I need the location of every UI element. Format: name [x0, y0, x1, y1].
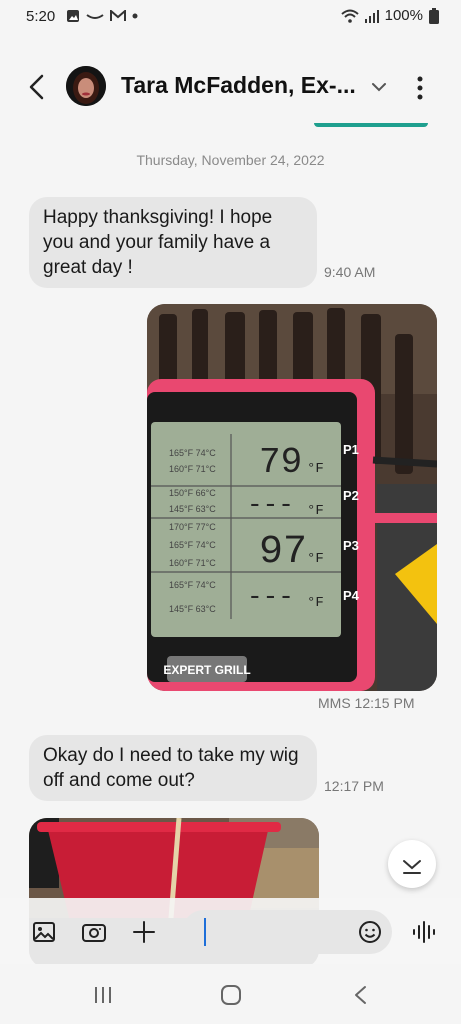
- svg-text:160°F 71°C: 160°F 71°C: [169, 464, 216, 474]
- voice-icon: [413, 921, 435, 943]
- svg-text:P3: P3: [343, 538, 359, 553]
- message-time: MMS 12:15 PM: [318, 695, 415, 711]
- thermometer-table: 165°F 74°C 160°F 71°C 150°F 66°C 145°F 6…: [169, 448, 216, 614]
- svg-text:P1: P1: [343, 442, 359, 457]
- svg-text:150°F 66°C: 150°F 66°C: [169, 488, 216, 498]
- gallery-icon: [33, 922, 55, 942]
- plus-icon: [133, 921, 155, 943]
- svg-text:97: 97: [259, 530, 307, 575]
- svg-text:°F: °F: [307, 551, 324, 567]
- header-indicator: [314, 123, 428, 127]
- avatar[interactable]: [66, 66, 106, 106]
- chevron-down-icon: [403, 860, 421, 874]
- thermometer-brand: EXPERT GRILL: [163, 663, 250, 677]
- svg-text:170°F 77°C: 170°F 77°C: [169, 522, 216, 532]
- conversation-header: Tara McFadden, Ex-...: [0, 54, 461, 120]
- message-bubble-incoming[interactable]: Happy thanksgiving! I hope you and your …: [29, 197, 317, 288]
- message-time: 9:40 AM: [324, 264, 376, 280]
- svg-text:165°F 74°C: 165°F 74°C: [169, 540, 216, 550]
- message-bubble-incoming[interactable]: Okay do I need to take my wig off and co…: [29, 735, 317, 801]
- back-icon: [29, 74, 44, 100]
- svg-text:145°F 63°C: 145°F 63°C: [169, 504, 216, 514]
- status-bar: 5:20 100%: [0, 0, 461, 34]
- svg-text:---: ---: [247, 490, 294, 520]
- image-icon: [67, 10, 79, 22]
- chevron-down-icon: [372, 83, 386, 92]
- recents-button[interactable]: [92, 984, 114, 1006]
- recents-icon: [95, 987, 111, 1003]
- svg-text:°F: °F: [307, 461, 324, 477]
- dot-icon: [132, 13, 138, 19]
- voice-button[interactable]: [410, 918, 438, 946]
- silence-icon: [86, 14, 104, 19]
- contact-dropdown-button[interactable]: [368, 76, 390, 98]
- svg-text:79: 79: [259, 442, 302, 483]
- svg-text:165°F 74°C: 165°F 74°C: [169, 580, 216, 590]
- message-time: 12:17 PM: [324, 778, 384, 794]
- back-button[interactable]: [22, 72, 52, 102]
- svg-text:160°F 71°C: 160°F 71°C: [169, 558, 216, 568]
- navigation-bar: [0, 964, 461, 1024]
- camera-icon: [82, 924, 106, 942]
- camera-button[interactable]: [80, 918, 108, 946]
- svg-text:P2: P2: [343, 488, 359, 503]
- nav-back-button[interactable]: [350, 984, 372, 1006]
- status-right: 100%: [340, 7, 439, 24]
- status-time: 5:20: [26, 8, 56, 25]
- svg-text:165°F 74°C: 165°F 74°C: [169, 448, 216, 458]
- svg-text:°F: °F: [307, 595, 324, 611]
- signal-icon: [364, 9, 379, 23]
- svg-text:---: ---: [247, 582, 294, 612]
- gallery-button[interactable]: [30, 918, 58, 946]
- battery-text: 100%: [384, 7, 423, 24]
- attach-button[interactable]: [130, 918, 158, 946]
- nav-back-icon: [355, 986, 366, 1004]
- emoji-icon: [359, 921, 381, 943]
- scroll-to-bottom-button[interactable]: [388, 840, 436, 888]
- message-image-outgoing[interactable]: 165°F 74°C 160°F 71°C 150°F 66°C 145°F 6…: [147, 304, 437, 691]
- home-button[interactable]: [220, 984, 242, 1006]
- svg-text:P4: P4: [343, 588, 360, 603]
- more-vert-icon: [417, 76, 423, 100]
- text-cursor: [204, 918, 206, 946]
- battery-icon: [429, 7, 439, 24]
- notification-icons: [66, 9, 138, 23]
- contact-name[interactable]: Tara McFadden, Ex-...: [121, 72, 356, 99]
- svg-text:145°F 63°C: 145°F 63°C: [169, 604, 216, 614]
- more-options-button[interactable]: [410, 74, 430, 102]
- emoji-button[interactable]: [356, 918, 384, 946]
- gmail-icon: [110, 10, 126, 21]
- home-icon: [221, 985, 241, 1005]
- date-separator: Thursday, November 24, 2022: [136, 152, 325, 168]
- wifi-icon: [340, 9, 359, 23]
- svg-text:°F: °F: [307, 503, 324, 519]
